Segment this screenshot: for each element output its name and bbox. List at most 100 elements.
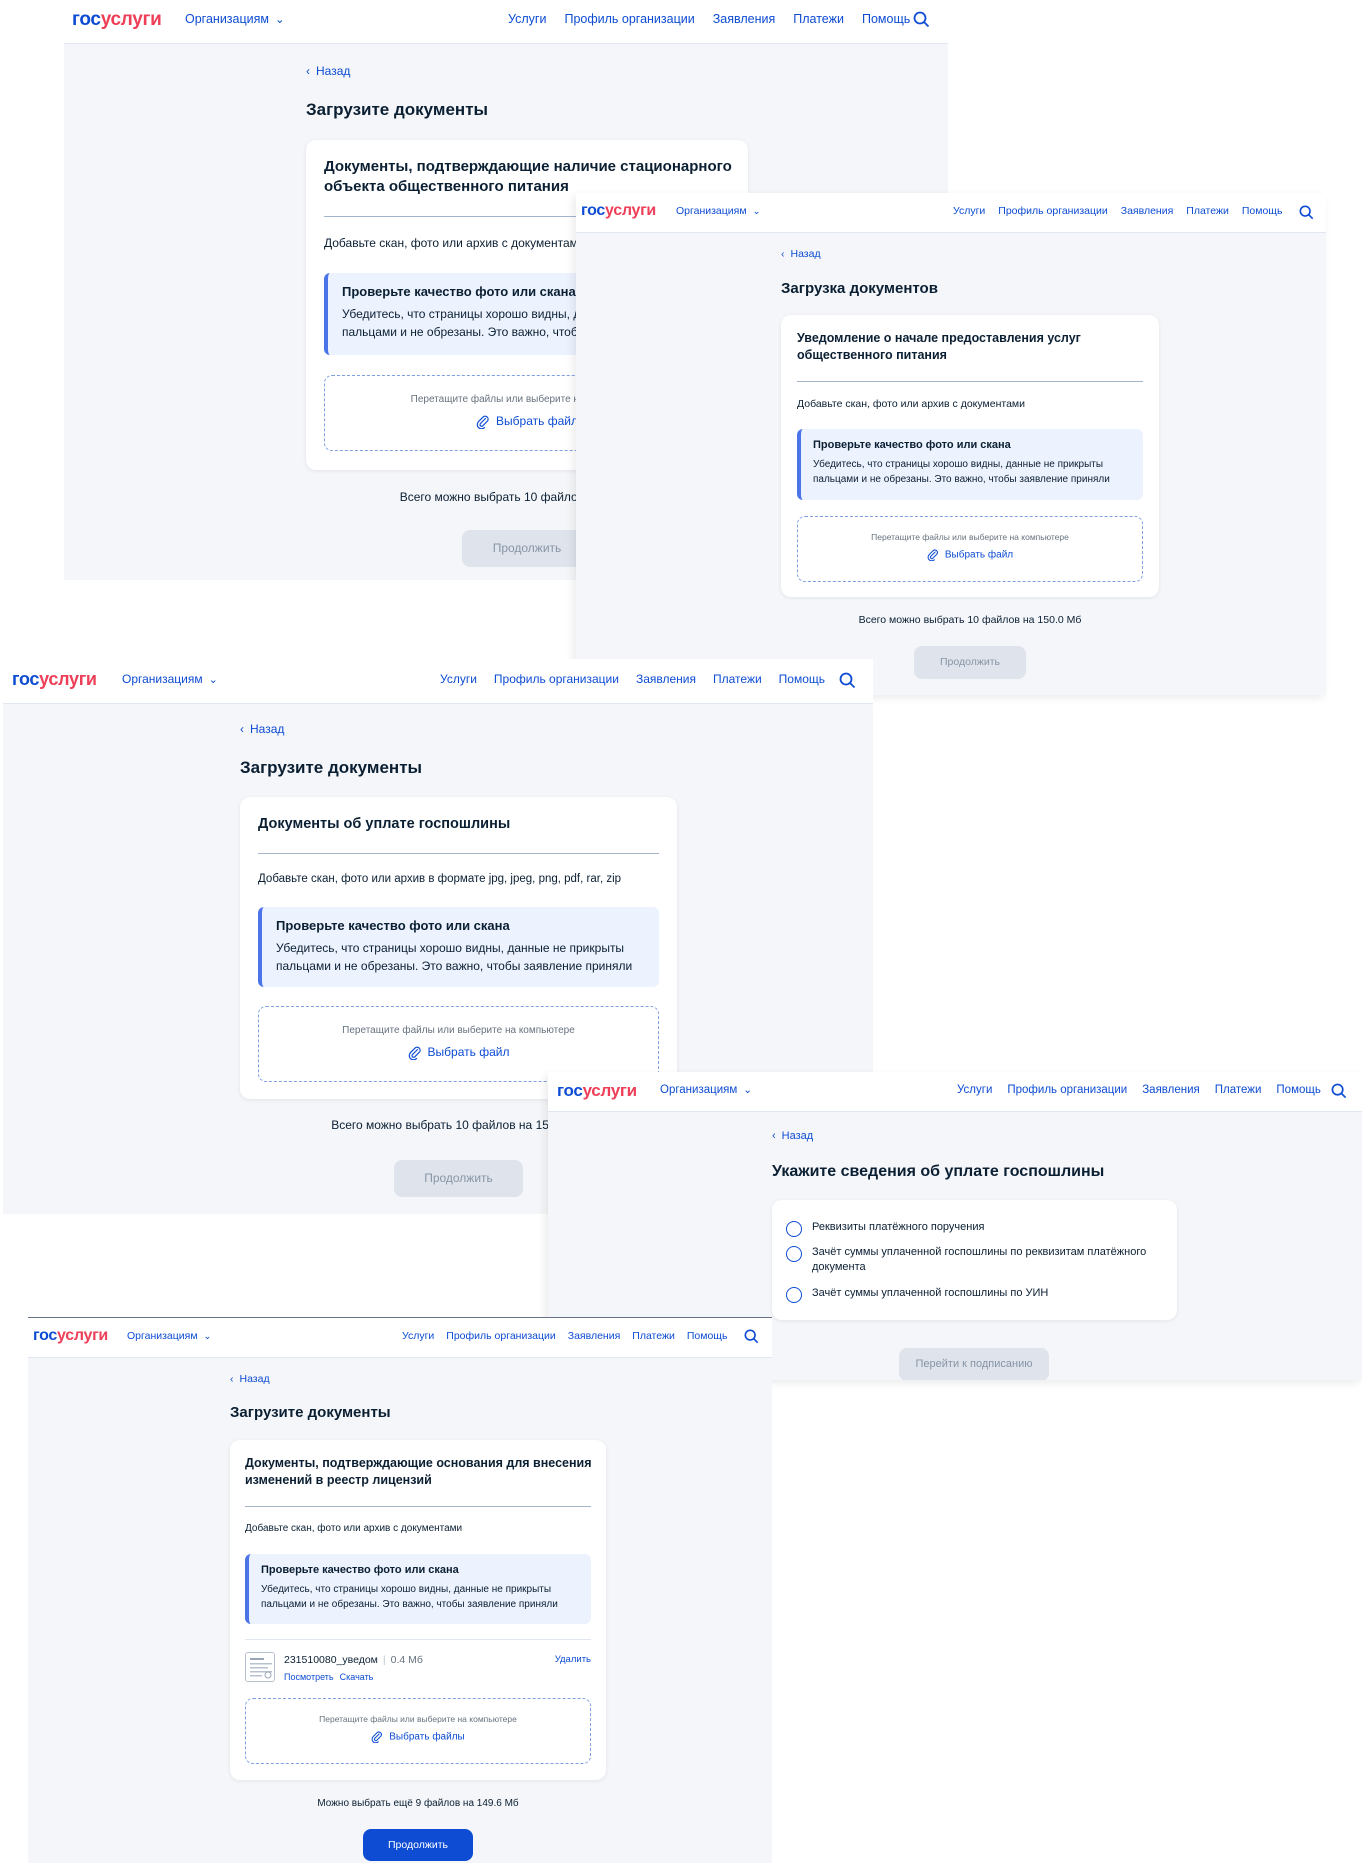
page-title: Загрузите документы	[240, 758, 423, 777]
continue-button[interactable]: Продолжить	[914, 646, 1026, 679]
top-nav: Услуги Профиль организации Заявления Пла…	[508, 12, 910, 26]
nav-help[interactable]: Помощь	[687, 1330, 728, 1342]
page-title: Загрузите документы	[230, 1404, 391, 1421]
nav-applications[interactable]: Заявления	[636, 672, 696, 686]
chevron-down-icon: ⌄	[274, 14, 285, 26]
nav-org-profile[interactable]: Профиль организации	[494, 672, 619, 686]
nav-payments[interactable]: Платежи	[713, 672, 762, 686]
file-actions: Посмотреть Скачать	[284, 1672, 379, 1682]
nav-applications[interactable]: Заявления	[568, 1330, 621, 1342]
nav-payments[interactable]: Платежи	[632, 1330, 675, 1342]
go-to-signing-button[interactable]: Перейти к подписанию	[899, 1348, 1049, 1380]
nav-services[interactable]: Услуги	[957, 1084, 992, 1096]
gosuslugi-logo[interactable]: госуслуги	[557, 1081, 637, 1101]
site-header: госуслуги Организациям ⌄ Услуги Профиль о…	[576, 193, 1326, 233]
back-link[interactable]: ‹ Назад	[306, 64, 350, 78]
radio-label: Зачёт суммы уплаченной госпошлины по УИН	[812, 1287, 1049, 1299]
nav-applications[interactable]: Заявления	[1142, 1084, 1200, 1096]
upload-card: Уведомление о начале предоставления услу…	[781, 315, 1159, 597]
radio-label: Реквизиты платёжного поручения	[812, 1221, 985, 1233]
back-link[interactable]: ‹ Назад	[781, 248, 821, 260]
nav-help[interactable]: Помощь	[862, 12, 910, 26]
search-icon[interactable]	[1299, 205, 1314, 220]
organizations-menu[interactable]: Организациям ⌄	[185, 12, 284, 26]
radio-label: Зачёт суммы уплаченной госпошлины по рек…	[812, 1246, 1147, 1274]
nav-applications[interactable]: Заявления	[713, 12, 776, 26]
file-drop-zone[interactable]: Перетащите файлы или выберите на компьют…	[258, 1006, 659, 1082]
radio-offset-by-uin[interactable]: Зачёт суммы уплаченной госпошлины по УИН	[786, 1286, 1048, 1303]
upload-hint: Добавьте скан, фото или архив с документ…	[324, 236, 585, 250]
nav-applications[interactable]: Заявления	[1121, 205, 1174, 217]
nav-help[interactable]: Помощь	[1276, 1084, 1320, 1096]
gosuslugi-logo[interactable]: госуслуги	[581, 202, 656, 220]
radio-circle[interactable]	[786, 1287, 802, 1303]
continue-button[interactable]: Продолжить	[363, 1829, 473, 1861]
document-preview-icon	[250, 1658, 272, 1679]
drop-text: Перетащите файлы или выберите на компьют…	[871, 532, 1069, 542]
nav-org-profile[interactable]: Профиль организации	[1007, 1084, 1127, 1096]
divider	[797, 381, 1143, 382]
radio-offset-by-payment-doc[interactable]: Зачёт суммы уплаченной госпошлины по рек…	[786, 1245, 1146, 1276]
choose-files-button[interactable]: Выбрать файлы	[246, 1731, 590, 1743]
organizations-menu[interactable]: Организациям ⌄	[676, 205, 760, 217]
page-title: Загрузите документы	[306, 100, 489, 119]
radio-circle[interactable]	[786, 1221, 802, 1237]
upload-hint: Добавьте скан, фото или архив с документ…	[245, 1523, 463, 1534]
files-limit: Всего можно выбрать 10 файлов на 150.0 М…	[858, 614, 1082, 626]
nav-services[interactable]: Услуги	[953, 205, 985, 217]
back-link[interactable]: ‹ Назад	[240, 722, 284, 736]
nav-org-profile[interactable]: Профиль организации	[998, 205, 1107, 217]
radio-payment-order[interactable]: Реквизиты платёжного поручения	[786, 1220, 984, 1237]
paperclip-icon	[371, 1731, 383, 1743]
nav-payments[interactable]: Платежи	[793, 12, 844, 26]
choose-file-button[interactable]: Выбрать файл	[798, 549, 1142, 561]
paperclip-icon	[408, 1046, 421, 1060]
uploaded-file: 231510080_уведом | 0.4 Мб Посмотреть Скачат…	[245, 1652, 591, 1684]
paperclip-icon	[927, 549, 938, 561]
gosuslugi-logo[interactable]: госуслуги	[12, 669, 97, 690]
organizations-menu[interactable]: Организациям ⌄	[127, 1330, 211, 1342]
back-link[interactable]: ‹ Назад	[772, 1130, 813, 1142]
back-link[interactable]: ‹ Назад	[230, 1373, 270, 1385]
warning-text: Убедитесь, что страницы хорошо видны, да…	[261, 1584, 558, 1610]
choose-file-button[interactable]: Выбрать файл	[259, 1045, 658, 1060]
nav-services[interactable]: Услуги	[508, 12, 546, 26]
upload-card: Документы об уплате госпошлины Добавьте …	[240, 797, 677, 1099]
organizations-menu[interactable]: Организациям ⌄	[122, 672, 218, 686]
continue-button[interactable]: Продолжить	[394, 1160, 523, 1197]
file-drop-zone[interactable]: Перетащите файлы или выберите на компьют…	[245, 1698, 591, 1764]
chevron-left-icon: ‹	[306, 64, 310, 78]
continue-button[interactable]: Продолжить	[462, 530, 592, 567]
nav-org-profile[interactable]: Профиль организации	[446, 1330, 555, 1342]
nav-help[interactable]: Помощь	[779, 672, 825, 686]
organizations-menu[interactable]: Организациям ⌄	[660, 1084, 752, 1096]
warning-text: Убедитесь, что страницы хорошо видны, да…	[813, 459, 1110, 485]
nav-payments[interactable]: Платежи	[1186, 205, 1229, 217]
gosuslugi-logo[interactable]: госуслуги	[72, 9, 162, 31]
gosuslugi-logo[interactable]: госуслуги	[33, 1327, 108, 1345]
nav-services[interactable]: Услуги	[440, 672, 477, 686]
chevron-left-icon: ‹	[230, 1373, 234, 1385]
search-icon[interactable]	[839, 672, 856, 689]
search-icon[interactable]	[1331, 1083, 1347, 1099]
divider	[258, 853, 659, 854]
nav-payments[interactable]: Платежи	[1215, 1084, 1262, 1096]
file-size: 0.4 Мб	[390, 1654, 423, 1666]
nav-org-profile[interactable]: Профиль организации	[564, 12, 694, 26]
search-icon[interactable]	[913, 11, 930, 28]
search-icon[interactable]	[744, 1329, 759, 1344]
delete-file-link[interactable]: Удалить	[555, 1654, 591, 1665]
nav-help[interactable]: Помощь	[1242, 205, 1283, 217]
file-drop-zone[interactable]: Перетащите файлы или выберите на компьют…	[797, 516, 1143, 582]
download-file-link[interactable]: Скачать	[340, 1672, 374, 1682]
card-title: Документы, подтверждающие наличие стацио…	[324, 158, 732, 196]
chevron-down-icon: ⌄	[203, 1331, 212, 1342]
quality-warning: Проверьте качество фото или скана Убедит…	[245, 1554, 591, 1624]
file-thumbnail[interactable]	[245, 1652, 275, 1682]
radio-circle[interactable]	[786, 1246, 802, 1262]
quality-warning: Проверьте качество фото или скана Убедит…	[797, 429, 1143, 500]
nav-services[interactable]: Услуги	[402, 1330, 434, 1342]
upload-hint: Добавьте скан, фото или архив в формате …	[258, 873, 622, 885]
view-file-link[interactable]: Посмотреть	[284, 1672, 334, 1682]
payment-options-card: Реквизиты платёжного поручения Зачёт сум…	[772, 1200, 1177, 1320]
